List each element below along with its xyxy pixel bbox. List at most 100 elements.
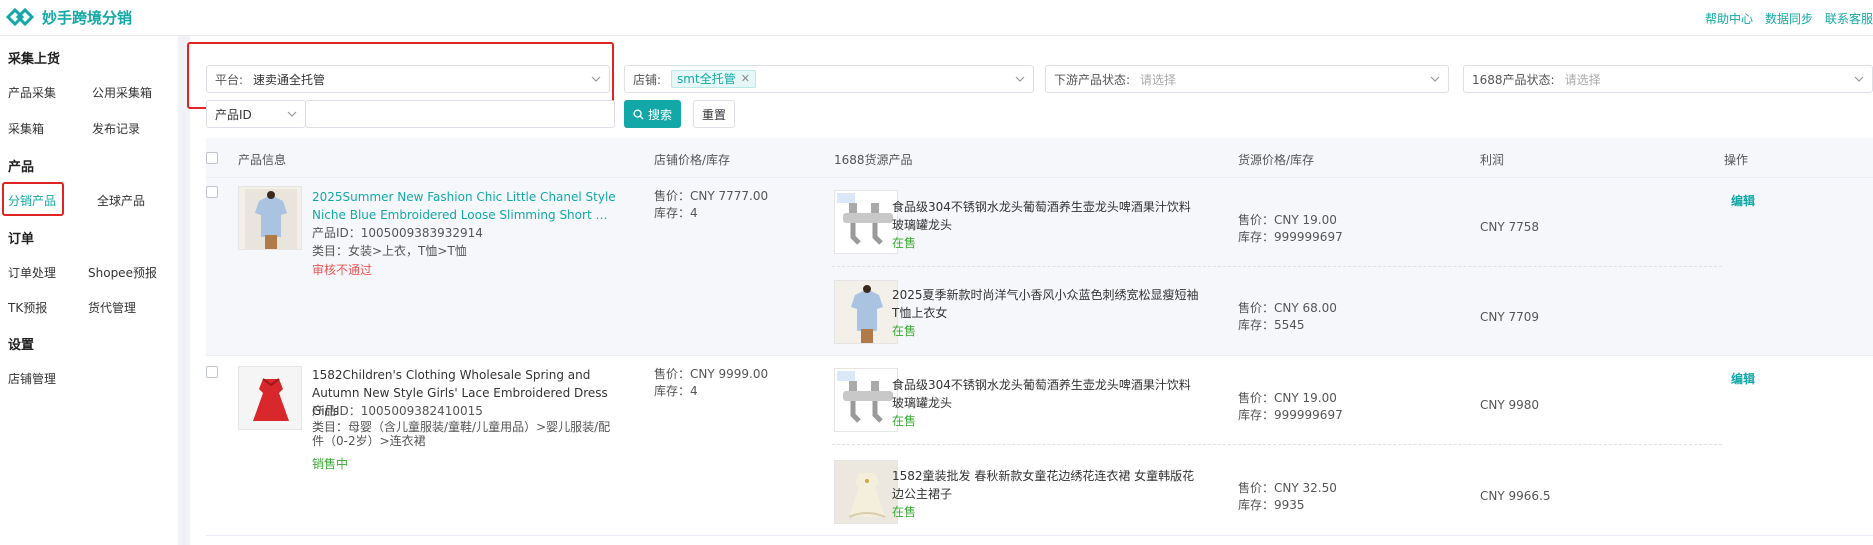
- platform-value: 速卖通全托管: [253, 72, 326, 87]
- top-bar: 妙手跨境分销 帮助中心 数据同步 联系客服: [0, 0, 1873, 36]
- row-checkbox[interactable]: [206, 186, 218, 198]
- source-stock: 库存：999999697: [1238, 230, 1343, 244]
- table-row: 1582Children's Clothing Wholesale Spring…: [206, 356, 1873, 536]
- source-status: 在售: [892, 505, 917, 519]
- product-id: 产品ID：1005009382410015: [312, 404, 483, 418]
- downstream-status-select[interactable]: 下游产品状态: 请选择: [1045, 65, 1449, 93]
- shop-price: 售价：CNY 7777.00: [654, 189, 769, 203]
- sidebar-item-product-collect[interactable]: 产品采集: [8, 84, 56, 101]
- status-1688-placeholder: 请选择: [1564, 72, 1601, 87]
- product-thumbnail[interactable]: [238, 186, 302, 250]
- sidebar-item-order-processing[interactable]: 订单处理: [8, 264, 56, 281]
- sidebar-item-forwarder-management[interactable]: 货代管理: [88, 299, 136, 316]
- sidebar: 采集上货 产品采集 公用采集箱 采集箱 发布记录 产品 分销产品 全球产品 订单…: [0, 36, 178, 545]
- store-select[interactable]: 店铺: smt全托管 ✕: [624, 65, 1034, 93]
- chevron-down-icon: [1430, 76, 1440, 82]
- shop-price: 售价：CNY 9999.00: [654, 367, 769, 381]
- sidebar-section-orders: 订单: [8, 232, 35, 247]
- reset-button[interactable]: 重置: [693, 100, 735, 128]
- source-thumbnail[interactable]: [834, 368, 898, 432]
- store-tag-label: smt全托管: [677, 72, 736, 86]
- search-button[interactable]: 搜索: [624, 100, 681, 128]
- source-divider: [832, 266, 1722, 267]
- source-thumbnail[interactable]: [834, 190, 898, 254]
- status-badge: 销售中: [312, 457, 349, 471]
- app-title: 妙手跨境分销: [42, 8, 133, 27]
- source-name: 食品级304不锈钢水龙头葡萄酒养生壶龙头啤酒果汁饮料玻璃罐龙头: [892, 200, 1191, 232]
- source-price: 售价：CNY 32.50: [1238, 481, 1337, 495]
- col-1688-source: 1688货源产品: [834, 153, 913, 167]
- store-tag: smt全托管 ✕: [671, 70, 756, 88]
- col-shop-price-stock: 店铺价格/库存: [654, 153, 731, 167]
- search-icon: [633, 108, 644, 120]
- close-icon[interactable]: ✕: [741, 71, 750, 87]
- product-id-input[interactable]: [305, 100, 615, 128]
- row-checkbox[interactable]: [206, 366, 218, 378]
- chevron-down-icon: [1854, 76, 1864, 82]
- source-stock: 库存：5545: [1238, 318, 1305, 332]
- source-divider: [832, 444, 1722, 445]
- sidebar-item-distribution-products[interactable]: 分销产品: [8, 192, 56, 209]
- source-name: 2025夏季新款时尚洋气小香风小众蓝色刺绣宽松显瘦短袖T恤上衣女: [892, 288, 1199, 320]
- chevron-down-icon: [591, 76, 601, 82]
- chevron-down-icon: [287, 111, 297, 117]
- shop-stock: 库存：4: [654, 206, 698, 220]
- table-row: 2025Summer New Fashion Chic Little Chane…: [206, 178, 1873, 356]
- logo-icon: [6, 7, 34, 27]
- sidebar-item-public-collect-box[interactable]: 公用采集箱: [92, 84, 152, 101]
- downstream-status-label: 下游产品状态:: [1054, 72, 1131, 87]
- id-type-select[interactable]: 产品ID: [206, 100, 306, 128]
- source-stock: 库存：9935: [1238, 498, 1305, 512]
- product-category: 类目：女装>上衣，T恤>T恤: [312, 244, 467, 258]
- help-center-link[interactable]: 帮助中心: [1705, 10, 1753, 27]
- search-button-label: 搜索: [647, 107, 672, 122]
- table-header: 产品信息 店铺价格/库存 1688货源产品 货源价格/库存 利润 操作: [206, 138, 1873, 178]
- main-content: 平台: 速卖通全托管 店铺: smt全托管 ✕ 下游产品状态: 请选择 1688…: [187, 36, 1873, 545]
- sidebar-item-shopee-forecast[interactable]: Shopee预报: [88, 264, 157, 281]
- product-thumbnail[interactable]: [238, 366, 302, 430]
- downstream-status-placeholder: 请选择: [1140, 72, 1177, 87]
- col-actions: 操作: [1724, 153, 1749, 167]
- product-id: 产品ID：1005009383932914: [312, 226, 483, 240]
- source-status: 在售: [892, 414, 917, 428]
- col-source-price-stock: 货源价格/库存: [1238, 153, 1315, 167]
- id-type-value: 产品ID: [215, 107, 252, 122]
- sidebar-item-publish-records[interactable]: 发布记录: [92, 120, 140, 137]
- status-1688-label: 1688产品状态:: [1472, 72, 1555, 87]
- source-price: 售价：CNY 68.00: [1238, 301, 1337, 315]
- platform-label: 平台:: [215, 72, 244, 87]
- source-thumbnail[interactable]: [834, 460, 898, 524]
- profit-value: CNY 9980: [1480, 398, 1540, 412]
- select-all-checkbox[interactable]: [206, 152, 218, 164]
- shop-stock: 库存：4: [654, 384, 698, 398]
- source-price: 售价：CNY 19.00: [1238, 391, 1337, 405]
- app-logo[interactable]: 妙手跨境分销: [6, 6, 132, 28]
- source-name: 1582童装批发 春秋新款女童花边绣花连衣裙 女童韩版花边公主裙子: [892, 469, 1195, 501]
- sidebar-item-store-management[interactable]: 店铺管理: [8, 370, 56, 387]
- sidebar-section-collect: 采集上货: [8, 52, 61, 67]
- col-product-info: 产品信息: [238, 153, 287, 167]
- source-status: 在售: [892, 324, 917, 338]
- sidebar-item-tk-forecast[interactable]: TK预报: [8, 299, 47, 316]
- store-label: 店铺:: [633, 72, 662, 87]
- edit-button[interactable]: 编辑: [1731, 370, 1755, 387]
- profit-value: CNY 7709: [1480, 310, 1540, 324]
- sidebar-section-product: 产品: [8, 160, 35, 175]
- source-price: 售价：CNY 19.00: [1238, 213, 1337, 227]
- contact-support-link[interactable]: 联系客服: [1825, 10, 1873, 27]
- source-stock: 库存：999999697: [1238, 408, 1343, 422]
- product-category: 类目：母婴（含儿童服装/童鞋/儿童用品）>婴儿服装/配件（0-2岁）>连衣裙: [312, 420, 611, 448]
- sidebar-item-global-products[interactable]: 全球产品: [97, 192, 145, 209]
- status-1688-select[interactable]: 1688产品状态: 请选择: [1463, 65, 1873, 93]
- col-profit: 利润: [1480, 153, 1505, 167]
- profit-value: CNY 7758: [1480, 220, 1540, 234]
- platform-select[interactable]: 平台: 速卖通全托管: [206, 65, 610, 93]
- sidebar-section-settings: 设置: [8, 338, 35, 353]
- chevron-down-icon: [1015, 76, 1025, 82]
- source-thumbnail[interactable]: [834, 280, 898, 344]
- edit-button[interactable]: 编辑: [1731, 192, 1755, 209]
- status-badge: 审核不通过: [312, 263, 373, 277]
- data-sync-link[interactable]: 数据同步: [1765, 10, 1813, 27]
- product-name-link[interactable]: 2025Summer New Fashion Chic Little Chane…: [312, 188, 622, 224]
- sidebar-item-collect-box[interactable]: 采集箱: [8, 120, 44, 137]
